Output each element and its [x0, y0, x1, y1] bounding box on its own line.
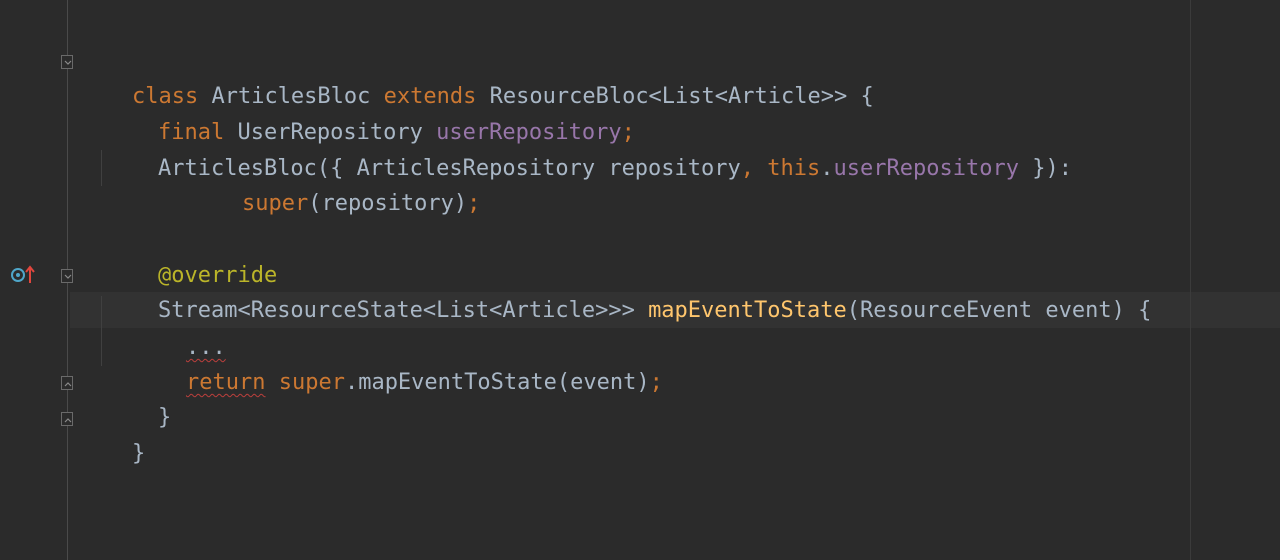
fold-collapse-icon[interactable]	[61, 269, 73, 283]
fold-collapse-icon[interactable]	[61, 55, 73, 69]
fold-end-icon[interactable]	[61, 376, 73, 390]
code-line-top-partial	[79, 0, 477, 14]
error-underline: return	[185, 370, 266, 395]
overrides-method-icon[interactable]	[10, 264, 36, 286]
code-line-super-call[interactable]: super(repository);	[189, 150, 480, 216]
indent-guide	[101, 150, 102, 186]
fold-end-icon[interactable]	[61, 412, 73, 426]
right-margin-guide	[1190, 0, 1191, 560]
code-line-class-declaration[interactable]: class ArticlesBloc extends ResourceBloc<…	[79, 43, 874, 109]
code-line-constructor[interactable]: ArticlesBloc({ ArticlesRepository reposi…	[105, 115, 1072, 181]
code-line-ellipsis[interactable]: ...	[133, 294, 226, 360]
code-line-class-close[interactable]: }	[79, 400, 145, 466]
indent-guide	[101, 296, 102, 366]
code-line-return[interactable]: return super.mapEventToState(event);	[133, 329, 663, 395]
code-line-field[interactable]: final UserRepository userRepository;	[105, 79, 635, 145]
code-line-annotation[interactable]: @override	[105, 222, 277, 288]
code-line-method-close[interactable]: }	[105, 364, 171, 430]
code-line-method-declaration[interactable]: Stream<ResourceState<List<Article>>> map…	[105, 257, 1151, 323]
code-editor[interactable]: class ArticlesBloc extends ResourceBloc<…	[0, 0, 1280, 560]
